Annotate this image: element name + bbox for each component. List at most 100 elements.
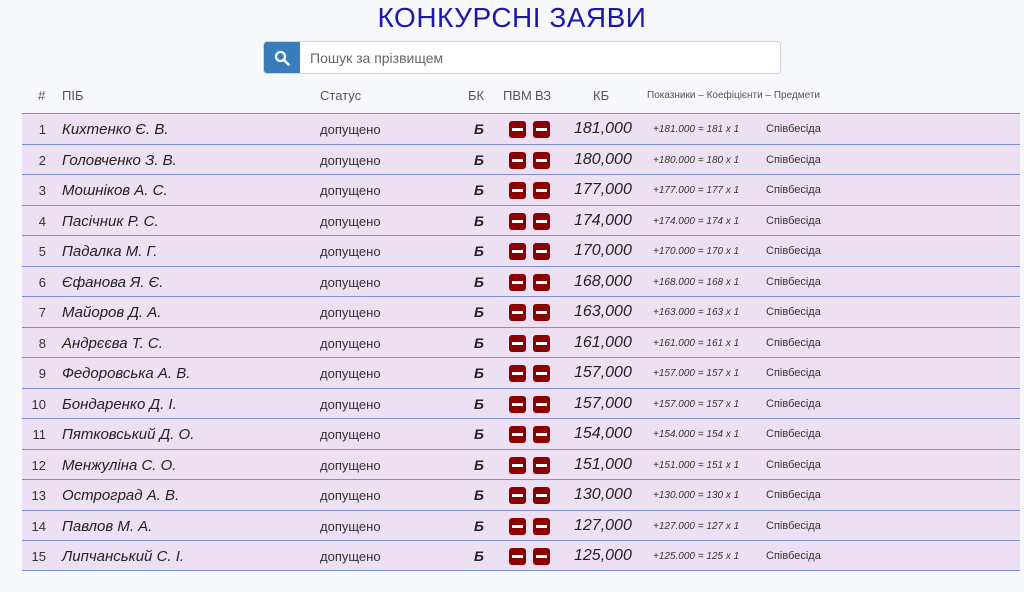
applicant-name: Бондаренко Д. І. bbox=[62, 395, 177, 413]
header-bk: БК bbox=[468, 88, 485, 103]
bk-value: Б bbox=[474, 456, 484, 473]
applicant-name: Андрєєва Т. С. bbox=[62, 334, 163, 352]
pvm-minus-icon bbox=[509, 151, 526, 169]
applicant-name: Єфанова Я. Є. bbox=[62, 273, 164, 291]
table-row: 12 Менжуліна С. О. допущено Б 151,000 +151.00… bbox=[22, 448, 1020, 479]
status-text: допущено bbox=[320, 457, 381, 473]
kb-score: 154,000 bbox=[574, 425, 632, 442]
subject-label: Співбесіда bbox=[766, 519, 821, 532]
score-formula: +170.000 = 170 x 1 bbox=[653, 246, 740, 257]
status-text: допущено bbox=[320, 122, 381, 137]
search-button[interactable] bbox=[264, 42, 300, 73]
pvm-minus-icon bbox=[509, 487, 526, 504]
status-text: допущено bbox=[320, 213, 381, 229]
table-row: 4 Пасічник Р. С. допущено Б 174,000 +174.000 … bbox=[22, 204, 1020, 235]
score-formula: +125.000 = 125 x 1 bbox=[653, 551, 740, 562]
vz-minus-icon bbox=[533, 517, 550, 535]
bk-value: Б bbox=[474, 395, 484, 412]
row-number: 4 bbox=[38, 213, 46, 229]
page-title: КОНКУРСНІ ЗАЯВИ bbox=[377, 2, 647, 33]
table-row: 3 Мошніков А. С. допущено Б 177,000 +177.000 … bbox=[22, 174, 1020, 205]
applicant-name: Менжуліна С. О. bbox=[62, 456, 177, 474]
applicant-name: Липчанський С. І. bbox=[62, 548, 185, 565]
applicant-name: Пятковський Д. О. bbox=[62, 426, 195, 443]
pvm-minus-icon bbox=[509, 426, 526, 443]
kb-score: 157,000 bbox=[574, 394, 632, 412]
row-number: 3 bbox=[38, 183, 46, 198]
bk-value: Б bbox=[474, 243, 484, 259]
vz-minus-icon bbox=[533, 273, 550, 291]
row-number: 13 bbox=[31, 488, 46, 503]
table-header: # ПІБ Статус БК ПВМ ВЗ КБ Показники – Ко… bbox=[22, 84, 1020, 110]
score-formula: +154.000 = 154 x 1 bbox=[653, 429, 740, 440]
subject-label: Співбесіда bbox=[766, 306, 821, 318]
table-row: 6 Єфанова Я. Є. допущено Б 168,000 +168.000 =… bbox=[22, 265, 1020, 296]
table-row: 9 Федоровська А. В. допущено Б 157,000 +157.0… bbox=[22, 357, 1020, 388]
kb-score: 125,000 bbox=[574, 547, 632, 564]
score-formula: +180.000 = 180 x 1 bbox=[653, 154, 740, 166]
row-number: 15 bbox=[31, 549, 46, 564]
vz-minus-icon bbox=[533, 548, 550, 565]
search-icon bbox=[274, 50, 290, 66]
score-formula: +181.000 = 181 x 1 bbox=[653, 124, 740, 135]
kb-score: 174,000 bbox=[574, 211, 632, 229]
pvm-minus-icon bbox=[509, 334, 526, 352]
applicant-name: Остроград А. В. bbox=[62, 487, 180, 504]
subject-label: Співбесіда bbox=[766, 153, 821, 166]
row-number: 7 bbox=[38, 305, 46, 320]
table-row: 1 Кихтенко Є. В. допущено Б 181,000 +181.000 … bbox=[22, 113, 1020, 144]
status-text: допущено bbox=[320, 183, 381, 198]
subject-label: Співбесіда bbox=[766, 458, 821, 471]
pvm-minus-icon bbox=[509, 273, 526, 291]
vz-minus-icon bbox=[533, 243, 550, 260]
kb-score: 151,000 bbox=[574, 455, 632, 473]
pvm-minus-icon bbox=[509, 365, 526, 382]
subject-label: Співбесіда bbox=[766, 367, 821, 379]
score-formula: +177.000 = 177 x 1 bbox=[653, 185, 740, 196]
bk-value: Б bbox=[474, 548, 484, 564]
pvm-minus-icon bbox=[509, 212, 526, 230]
row-number: 6 bbox=[38, 274, 46, 290]
header-kb: КБ bbox=[593, 88, 610, 103]
score-formula: +157.000 = 157 x 1 bbox=[653, 398, 740, 410]
bk-value: Б bbox=[474, 182, 484, 198]
header-status: Статус bbox=[320, 88, 362, 103]
applicant-name: Майоров Д. А. bbox=[62, 304, 162, 321]
table-row: 10 Бондаренко Д. І. допущено Б 157,000 +157.0… bbox=[22, 387, 1020, 418]
score-formula: +168.000 = 168 x 1 bbox=[653, 276, 740, 288]
vz-minus-icon bbox=[533, 151, 550, 169]
score-formula: +174.000 = 174 x 1 bbox=[653, 215, 740, 227]
applications-table: 1 Кихтенко Є. В. допущено Б 181,000 +181.000 … bbox=[22, 113, 1020, 571]
table-row: 15 Липчанський С. І. допущено Б 125,000 +125.… bbox=[22, 540, 1020, 571]
bk-value: Б bbox=[474, 426, 484, 442]
bk-value: Б bbox=[474, 212, 484, 229]
score-formula: +127.000 = 127 x 1 bbox=[653, 520, 740, 532]
applicant-name: Головченко З. В. bbox=[62, 151, 177, 169]
row-number: 2 bbox=[38, 152, 46, 168]
vz-minus-icon bbox=[533, 365, 550, 382]
kb-score: 168,000 bbox=[574, 272, 632, 290]
header-vz: ВЗ bbox=[535, 88, 552, 103]
status-text: допущено bbox=[320, 549, 381, 564]
subject-label: Співбесіда bbox=[766, 489, 821, 501]
applicant-name: Федоровська А. В. bbox=[62, 365, 191, 382]
subject-label: Співбесіда bbox=[766, 336, 821, 349]
score-formula: +151.000 = 151 x 1 bbox=[653, 459, 740, 471]
kb-score: 157,000 bbox=[574, 364, 632, 381]
kb-score: 180,000 bbox=[574, 150, 632, 168]
header-name: ПІБ bbox=[62, 88, 84, 103]
bk-value: Б bbox=[474, 517, 484, 534]
row-number: 1 bbox=[38, 122, 46, 137]
table-row: 2 Головченко З. В. допущено Б 180,000 +180.00… bbox=[22, 143, 1020, 174]
kb-score: 127,000 bbox=[574, 516, 632, 534]
vz-minus-icon bbox=[533, 334, 550, 352]
kb-score: 170,000 bbox=[574, 242, 632, 259]
pvm-minus-icon bbox=[509, 456, 526, 474]
subject-label: Співбесіда bbox=[766, 184, 821, 196]
vz-minus-icon bbox=[533, 426, 550, 443]
applicant-name: Мошніков А. С. bbox=[62, 182, 168, 199]
bk-value: Б bbox=[474, 121, 484, 137]
search-input[interactable] bbox=[300, 42, 780, 73]
bk-value: Б bbox=[474, 273, 484, 290]
search-bar bbox=[263, 41, 781, 74]
